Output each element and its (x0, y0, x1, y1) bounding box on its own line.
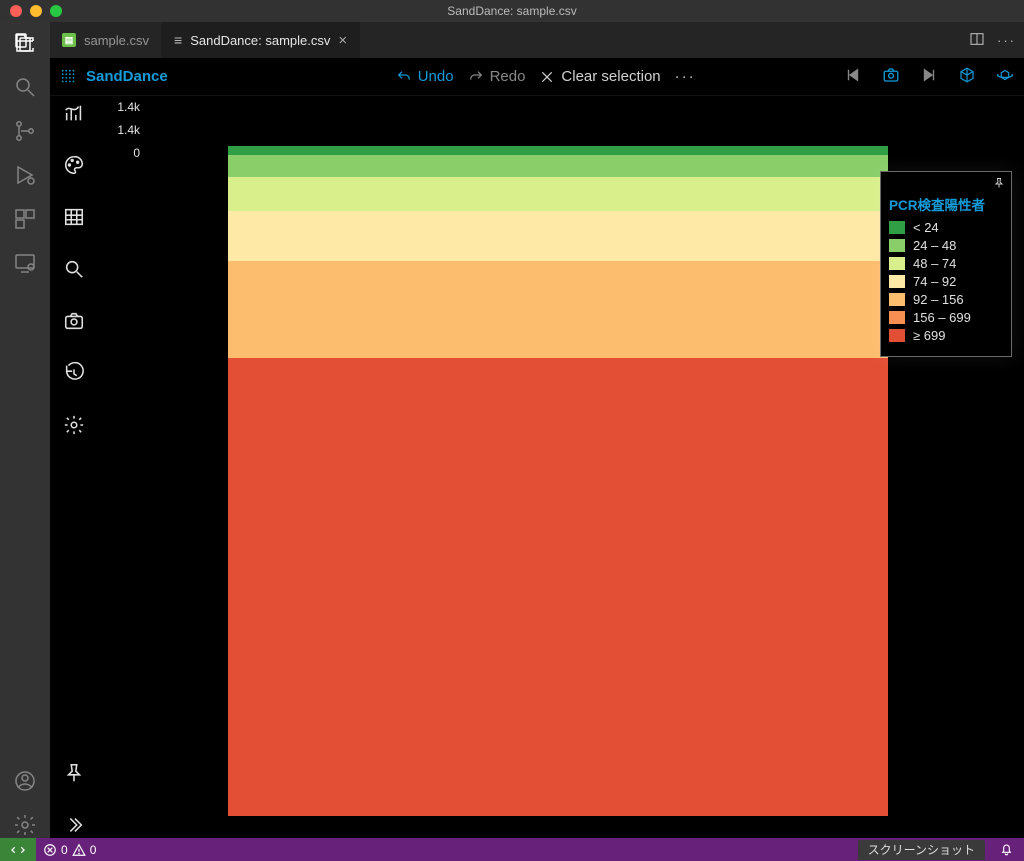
legend-title: PCR検査陽性者 (889, 194, 1003, 214)
cube-icon[interactable] (958, 66, 976, 87)
redo-label: Redo (490, 68, 526, 85)
pin-tool-icon[interactable] (61, 760, 87, 786)
screenshot-button[interactable]: スクリーンショット (858, 840, 985, 860)
window-title: SandDance: sample.csv (0, 4, 1024, 18)
legend-swatch (889, 293, 905, 306)
source-control-icon[interactable] (12, 118, 38, 144)
accounts-icon[interactable] (12, 768, 38, 794)
search-icon[interactable] (12, 74, 38, 100)
legend-swatch (889, 275, 905, 288)
data-table-icon[interactable] (61, 204, 87, 230)
sanddance-logo[interactable]: SandDance (60, 68, 168, 86)
warning-count: 0 (90, 843, 97, 857)
window-minimize-button[interactable] (30, 5, 42, 17)
undo-label: Undo (418, 68, 454, 85)
more-toolbar-icon[interactable]: ··· (675, 68, 696, 85)
status-bar: 0 0 スクリーンショット (0, 838, 1024, 861)
pin-legend-icon[interactable] (993, 176, 1005, 193)
sanddance-toolbar: SandDance Undo Redo Clear selection ··· (50, 58, 1024, 96)
legend-panel: PCR検査陽性者 < 24 24 – 48 48 – 74 74 – 92 92 – 1… (880, 171, 1012, 357)
legend-label: 74 – 92 (913, 274, 956, 289)
split-editor-icon[interactable] (969, 31, 985, 50)
window-close-button[interactable] (10, 5, 22, 17)
legend-label: 24 – 48 (913, 238, 956, 253)
sanddance-canvas-area: 1.4k 1.4k 0 PCR検査陽性者 < 2424 – 4848 – 747… (50, 96, 1024, 838)
legend-item[interactable]: 48 – 74 (889, 256, 1003, 271)
chart-band[interactable] (228, 211, 888, 261)
legend-label: 48 – 74 (913, 256, 956, 271)
csv-file-icon: ▤ (62, 33, 76, 47)
chart-band[interactable] (228, 358, 888, 816)
problems-indicator[interactable]: 0 0 (36, 843, 103, 857)
remote-indicator[interactable] (0, 838, 36, 861)
sanddance-logo-icon (60, 68, 78, 86)
sanddance-brand: SandDance (86, 68, 168, 85)
undo-button[interactable]: Undo (396, 68, 454, 85)
window-zoom-button[interactable] (50, 5, 62, 17)
legend-swatch (889, 257, 905, 270)
clear-selection-button[interactable]: Clear selection (539, 68, 660, 85)
chart-band[interactable] (228, 155, 888, 177)
previous-icon[interactable] (844, 66, 862, 87)
chart-type-icon[interactable] (61, 100, 87, 126)
legend-label: 92 – 156 (913, 292, 964, 307)
tab-label: sample.csv (84, 33, 149, 48)
legend-label: < 24 (913, 220, 939, 235)
tab-sanddance-sample[interactable]: ≡ SandDance: sample.csv × (162, 22, 360, 58)
legend-item[interactable]: 92 – 156 (889, 292, 1003, 307)
titlebar: SandDance: sample.csv (0, 0, 1024, 22)
tab-label: SandDance: sample.csv (190, 33, 330, 48)
chart-band[interactable] (228, 177, 888, 211)
error-count: 0 (61, 843, 68, 857)
redo-button[interactable]: Redo (468, 68, 526, 85)
legend-item[interactable]: 74 – 92 (889, 274, 1003, 289)
legend-item[interactable]: 24 – 48 (889, 238, 1003, 253)
legend-swatch (889, 221, 905, 234)
chart-canvas[interactable]: PCR検査陽性者 < 24 24 – 48 48 – 74 74 – 92 92 – 1… (98, 96, 1024, 838)
legend-item[interactable]: ≥ 699 (889, 328, 1003, 343)
legend-item[interactable]: < 24 (889, 220, 1003, 235)
activity-bar (0, 22, 50, 838)
more-actions-icon[interactable]: ··· (997, 33, 1016, 48)
editor-tabs: ▤ sample.csv ≡ SandDance: sample.csv × ·… (50, 22, 1024, 58)
remote-explorer-icon[interactable] (12, 250, 38, 276)
settings-tool-icon[interactable] (61, 412, 87, 438)
snapshot-tool-icon[interactable] (61, 308, 87, 334)
legend-label: 156 – 699 (913, 310, 971, 325)
legend-swatch (889, 239, 905, 252)
settings-gear-icon[interactable] (12, 812, 38, 838)
clear-selection-label: Clear selection (561, 68, 660, 85)
color-palette-icon[interactable] (61, 152, 87, 178)
legend-swatch (889, 329, 905, 342)
search-tool-icon[interactable] (61, 256, 87, 282)
explorer-icon[interactable] (12, 30, 38, 56)
screenshot-label: スクリーンショット (868, 841, 975, 858)
next-icon[interactable] (920, 66, 938, 87)
chart-band[interactable] (228, 146, 888, 155)
legend-label: ≥ 699 (913, 328, 945, 343)
close-icon[interactable]: × (338, 32, 347, 49)
camera-icon[interactable] (882, 66, 900, 87)
legend-swatch (889, 311, 905, 324)
run-debug-icon[interactable] (12, 162, 38, 188)
notifications-icon[interactable] (989, 841, 1024, 859)
history-icon[interactable] (61, 360, 87, 386)
legend-item[interactable]: 156 – 699 (889, 310, 1003, 325)
orbit-cube-icon[interactable] (996, 66, 1014, 87)
tab-sample-csv[interactable]: ▤ sample.csv (50, 22, 162, 58)
extensions-icon[interactable] (12, 206, 38, 232)
sanddance-tool-rail (50, 96, 98, 838)
expand-tool-icon[interactable] (61, 812, 87, 838)
chart-band[interactable] (228, 261, 888, 358)
preview-icon: ≡ (174, 32, 182, 48)
